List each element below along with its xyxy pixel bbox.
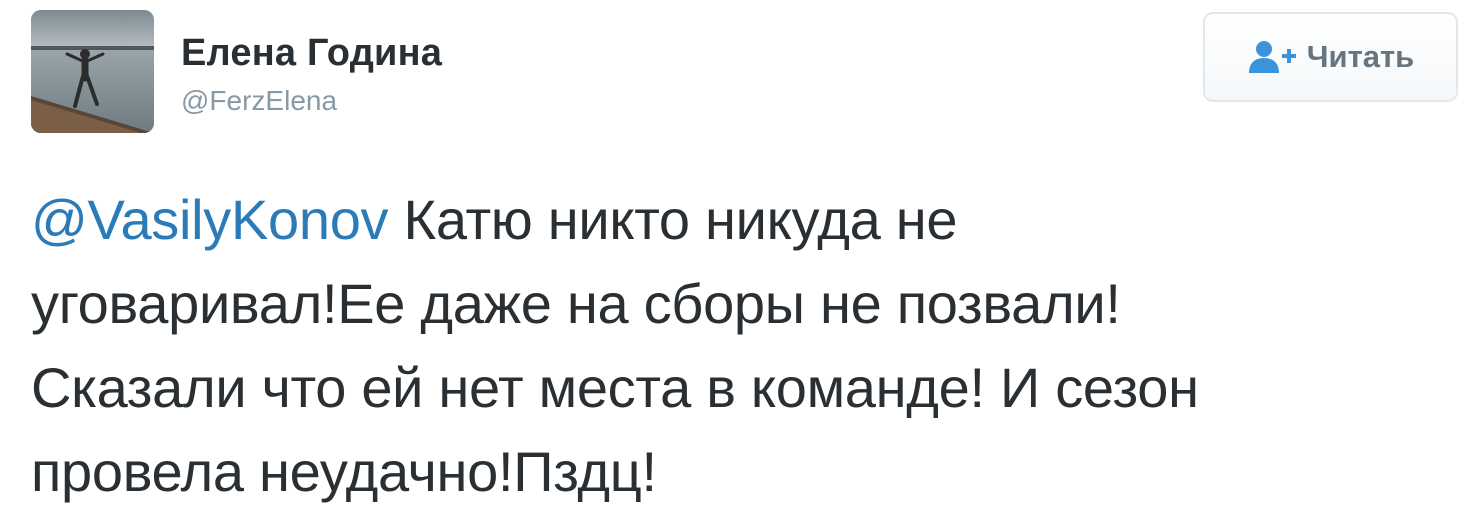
tweet-line-1-text: Катю никто никуда не	[388, 188, 958, 251]
author-handle[interactable]: @FerzElena	[181, 84, 442, 118]
author-name[interactable]: Елена Година	[181, 30, 442, 76]
follow-button-label: Читать	[1306, 39, 1415, 74]
mention-link[interactable]: @VasilyKonov	[31, 188, 389, 251]
tweet-header: Елена Година @FerzElena Читать	[0, 0, 1460, 140]
tweet-line-3: Сказали что ей нет места в команде! И се…	[31, 356, 1199, 419]
avatar[interactable]	[31, 10, 154, 133]
tweet-line-2: уговаривал!Ее даже на сборы не позвали!	[31, 272, 1121, 335]
follow-button[interactable]: Читать	[1203, 12, 1458, 102]
tweet-text: @VasilyKonov Катю никто никуда не уговар…	[31, 178, 1451, 514]
avatar-photo	[31, 10, 154, 133]
user-block[interactable]: Елена Година @FerzElena	[181, 30, 442, 118]
follow-person-plus-icon	[1247, 40, 1297, 74]
tweet-line-1: @VasilyKonov Катю никто никуда не	[31, 178, 1451, 262]
tweet-line-4: провела неудачно!Пздц!	[31, 440, 657, 503]
